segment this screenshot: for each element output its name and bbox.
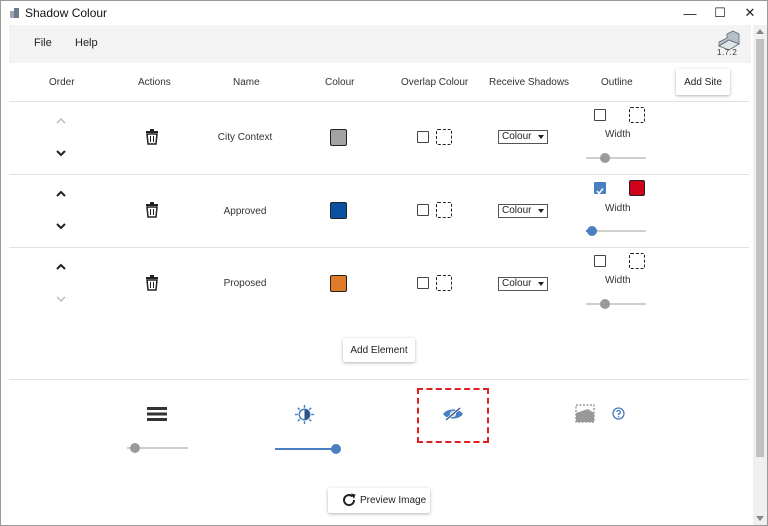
outline-checkbox[interactable]: [594, 255, 606, 267]
eye-slash-icon[interactable]: [442, 407, 464, 421]
outline-checkbox[interactable]: [594, 182, 606, 195]
close-button[interactable]: ✕: [733, 1, 767, 25]
width-label: Width: [605, 275, 631, 286]
help-icon[interactable]: [612, 407, 625, 420]
layers-icon[interactable]: [147, 406, 167, 422]
outline-colour-swatch[interactable]: [629, 253, 645, 269]
add-site-button[interactable]: Add Site: [676, 69, 730, 95]
header-outline: Outline: [601, 77, 633, 88]
element-name: Proposed: [223, 278, 267, 289]
add-element-button[interactable]: Add Element: [343, 338, 415, 362]
colour-swatch[interactable]: [330, 275, 347, 292]
overlap-checkbox[interactable]: [417, 277, 429, 289]
header-colour: Colour: [325, 77, 355, 88]
move-down-icon[interactable]: [54, 219, 68, 233]
select-value: Colour: [502, 131, 532, 142]
shadow-image-icon[interactable]: [575, 404, 595, 423]
header-receive-shadows: Receive Shadows: [489, 77, 570, 88]
table-row: City Context Colour Width: [9, 102, 749, 175]
preview-image-label: Preview Image: [360, 495, 427, 506]
receive-shadows-select[interactable]: Colour: [498, 130, 548, 144]
overlap-colour-swatch[interactable]: [436, 275, 452, 291]
menu-bar: File Help: [9, 25, 751, 63]
outline-colour-swatch[interactable]: [629, 107, 645, 123]
maximize-button[interactable]: ☐: [703, 1, 737, 25]
receive-shadows-select[interactable]: Colour: [498, 204, 548, 218]
brightness-slider-fill: [275, 448, 336, 450]
delete-icon[interactable]: [145, 129, 159, 145]
app-version: 1.7.2: [717, 48, 738, 57]
outline-colour-swatch[interactable]: [629, 180, 645, 196]
overlap-colour-swatch[interactable]: [436, 202, 452, 218]
header-order: Order: [49, 77, 75, 88]
chevron-down-icon: [538, 135, 544, 139]
width-slider-knob[interactable]: [600, 153, 611, 163]
delete-icon[interactable]: [145, 202, 159, 218]
table-row: Approved Colour Width: [9, 175, 749, 248]
select-value: Colour: [502, 278, 532, 289]
layers-slider-knob[interactable]: [129, 443, 140, 453]
move-up-icon[interactable]: [54, 260, 68, 274]
header-name: Name: [233, 77, 260, 88]
scroll-down-icon[interactable]: [756, 516, 764, 521]
window-title: Shadow Colour: [25, 6, 108, 20]
overlap-checkbox[interactable]: [417, 131, 429, 143]
brightness-icon[interactable]: [294, 404, 315, 425]
colour-swatch[interactable]: [330, 202, 347, 219]
move-up-icon[interactable]: [54, 187, 68, 201]
header-overlap-colour: Overlap Colour: [401, 77, 469, 88]
move-down-icon[interactable]: [54, 146, 68, 160]
outline-checkbox[interactable]: [594, 109, 606, 121]
width-label: Width: [605, 129, 631, 140]
chevron-down-icon: [538, 209, 544, 213]
overlap-checkbox[interactable]: [417, 204, 429, 216]
move-down-icon[interactable]: [54, 292, 68, 306]
brightness-slider-knob[interactable]: [331, 444, 341, 454]
overlap-colour-swatch[interactable]: [436, 129, 452, 145]
scroll-up-icon[interactable]: [756, 29, 764, 34]
app-window: Shadow Colour — ☐ ✕ File Help 1.7.2 Orde…: [0, 0, 768, 526]
chevron-down-icon: [538, 282, 544, 286]
menu-help[interactable]: Help: [75, 37, 98, 49]
width-label: Width: [605, 203, 631, 214]
vertical-scrollbar[interactable]: [753, 25, 767, 525]
table-row: Proposed Colour Width: [9, 248, 749, 321]
title-bar: Shadow Colour — ☐ ✕: [1, 1, 767, 25]
select-value: Colour: [502, 205, 532, 216]
element-name: City Context: [217, 132, 273, 143]
checkmark-icon: [596, 188, 604, 195]
move-up-icon[interactable]: [54, 114, 68, 128]
app-icon: [10, 8, 19, 18]
divider: [9, 379, 749, 380]
delete-icon[interactable]: [145, 275, 159, 291]
width-slider-knob[interactable]: [587, 226, 597, 236]
scroll-thumb[interactable]: [756, 39, 764, 457]
width-slider-knob[interactable]: [600, 299, 611, 309]
header-actions: Actions: [138, 77, 171, 88]
colour-swatch[interactable]: [330, 129, 347, 146]
minimize-button[interactable]: —: [673, 1, 707, 25]
refresh-icon: [343, 493, 356, 507]
element-name: Approved: [223, 206, 267, 217]
width-slider[interactable]: [586, 157, 646, 159]
preview-image-button[interactable]: Preview Image: [328, 488, 430, 513]
width-slider[interactable]: [586, 303, 646, 305]
receive-shadows-select[interactable]: Colour: [498, 277, 548, 291]
menu-file[interactable]: File: [34, 37, 52, 49]
